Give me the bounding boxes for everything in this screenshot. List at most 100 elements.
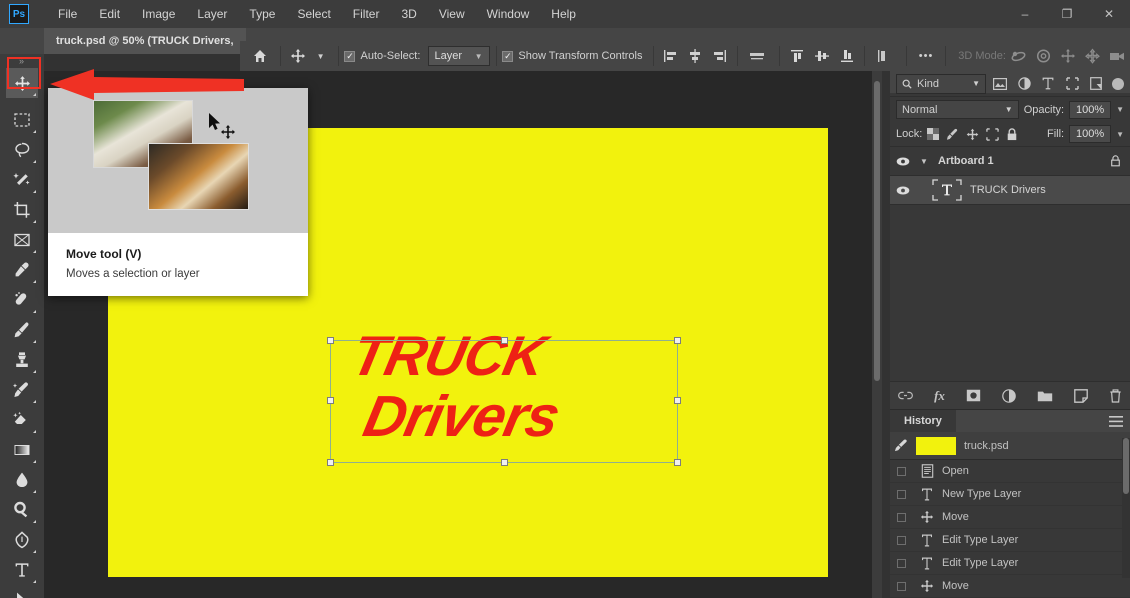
auto-select-checkbox[interactable]: ✓ [344, 51, 355, 62]
menu-type[interactable]: Type [238, 3, 286, 25]
type-tool[interactable] [6, 555, 38, 585]
orbit-3d-icon[interactable] [1006, 45, 1031, 67]
transform-bounding-box[interactable] [330, 340, 678, 463]
history-state-marker[interactable] [890, 467, 912, 476]
snapshot-brush-icon[interactable] [890, 439, 912, 453]
spot-healing-brush-tool[interactable] [6, 285, 38, 315]
lock-all-icon[interactable] [1006, 128, 1018, 141]
adjustment-layer-filter-icon[interactable] [1014, 74, 1034, 94]
frame-tool[interactable] [6, 225, 38, 255]
camera-3d-icon[interactable] [1105, 45, 1130, 67]
gradient-tool[interactable] [6, 435, 38, 465]
canvas-vertical-scrollbar[interactable] [872, 71, 882, 598]
distribute-horizontally-icon[interactable] [744, 45, 769, 67]
menu-image[interactable]: Image [131, 3, 186, 25]
lock-position-icon[interactable] [966, 128, 979, 141]
align-left-edges-icon[interactable] [659, 45, 681, 67]
more-options-button[interactable]: ••• [913, 45, 940, 67]
minimize-button[interactable]: – [1004, 0, 1046, 28]
transform-handle-middle-left[interactable] [327, 397, 334, 404]
history-state-marker[interactable] [890, 513, 912, 522]
history-brush-tool[interactable] [6, 375, 38, 405]
menu-select[interactable]: Select [286, 3, 341, 25]
history-state-row[interactable]: Open [890, 460, 1130, 483]
layer-row-artboard-1[interactable]: ▼ Artboard 1 [890, 147, 1130, 176]
blend-mode-dropdown[interactable]: Normal ▼ [896, 100, 1019, 119]
opacity-value[interactable]: 100% [1069, 101, 1111, 119]
menu-view[interactable]: View [428, 3, 476, 25]
transform-handle-top-right[interactable] [674, 337, 681, 344]
add-layer-mask-icon[interactable] [966, 389, 981, 402]
menu-window[interactable]: Window [476, 3, 541, 25]
fill-value[interactable]: 100% [1069, 125, 1111, 143]
history-state-row[interactable]: Edit Type Layer [890, 552, 1130, 575]
lock-image-pixels-icon[interactable] [946, 128, 959, 141]
blur-tool[interactable] [6, 465, 38, 495]
opacity-chevron-down-icon[interactable]: ▼ [1116, 105, 1124, 114]
align-top-edges-icon[interactable] [786, 45, 808, 67]
history-state-marker[interactable] [890, 490, 912, 499]
transform-handle-bottom-left[interactable] [327, 459, 334, 466]
crop-tool[interactable] [6, 195, 38, 225]
lasso-tool[interactable] [6, 135, 38, 165]
history-state-row[interactable]: Move [890, 575, 1130, 598]
smart-object-filter-icon[interactable] [1086, 74, 1106, 94]
add-layer-style-icon[interactable]: fx [934, 388, 945, 404]
rectangular-marquee-tool[interactable] [6, 105, 38, 135]
filter-enable-toggle[interactable] [1112, 78, 1124, 90]
new-group-icon[interactable] [1037, 389, 1053, 402]
clone-stamp-tool[interactable] [6, 345, 38, 375]
new-layer-icon[interactable] [1074, 389, 1088, 403]
transform-handle-middle-right[interactable] [674, 397, 681, 404]
menu-3d[interactable]: 3D [390, 3, 427, 25]
eraser-tool[interactable] [6, 405, 38, 435]
layer-visibility-eye-icon[interactable] [890, 156, 916, 167]
delete-layer-icon[interactable] [1109, 389, 1122, 403]
menu-file[interactable]: File [47, 3, 88, 25]
move-tool[interactable] [6, 68, 38, 98]
magic-wand-tool[interactable] [6, 165, 38, 195]
align-horizontal-centers-icon[interactable] [684, 45, 706, 67]
type-layer-filter-icon[interactable] [1038, 74, 1058, 94]
layer-filter-kind-dropdown[interactable]: Kind ▼ [896, 74, 986, 94]
eyedropper-tool[interactable] [6, 255, 38, 285]
menu-layer[interactable]: Layer [186, 3, 238, 25]
pixel-layer-filter-icon[interactable] [990, 74, 1010, 94]
path-selection-tool[interactable] [6, 585, 38, 598]
history-state-row[interactable]: New Type Layer [890, 483, 1130, 506]
pen-tool[interactable] [6, 525, 38, 555]
history-state-marker[interactable] [890, 536, 912, 545]
history-snapshot-row[interactable]: truck.psd [890, 432, 1130, 460]
history-state-marker[interactable] [890, 582, 912, 591]
history-state-row[interactable]: Edit Type Layer [890, 529, 1130, 552]
chevron-down-icon[interactable]: ▼ [916, 157, 932, 166]
history-scroll-thumb[interactable] [1123, 438, 1129, 494]
brush-tool[interactable] [6, 315, 38, 345]
panel-menu-icon[interactable] [1109, 416, 1123, 427]
distribute-vertically-icon[interactable] [871, 45, 894, 67]
layer-lock-icon[interactable] [1110, 155, 1121, 167]
tab-history[interactable]: History [890, 410, 956, 432]
transform-handle-top-center[interactable] [501, 337, 508, 344]
menu-filter[interactable]: Filter [342, 3, 391, 25]
menu-edit[interactable]: Edit [88, 3, 131, 25]
home-icon[interactable] [247, 45, 274, 67]
lock-artboard-nesting-icon[interactable] [986, 128, 999, 141]
align-vertical-centers-icon[interactable] [811, 45, 833, 67]
canvas-scroll-thumb[interactable] [874, 81, 880, 381]
lock-transparent-pixels-icon[interactable] [927, 128, 939, 140]
slide-3d-icon[interactable] [1080, 45, 1105, 67]
transform-handle-top-left[interactable] [327, 337, 334, 344]
transform-handle-bottom-center[interactable] [501, 459, 508, 466]
show-transform-controls-checkbox[interactable]: ✓ [502, 51, 513, 62]
dodge-tool[interactable] [6, 495, 38, 525]
auto-select-scope-dropdown[interactable]: Layer ▼ [428, 46, 490, 66]
shape-layer-filter-icon[interactable] [1062, 74, 1082, 94]
align-right-edges-icon[interactable] [709, 45, 731, 67]
transform-handle-bottom-right[interactable] [674, 459, 681, 466]
menu-help[interactable]: Help [540, 3, 587, 25]
pan-3d-icon[interactable] [1056, 45, 1081, 67]
layer-visibility-eye-icon[interactable] [890, 185, 916, 196]
align-bottom-edges-icon[interactable] [836, 45, 858, 67]
new-adjustment-layer-icon[interactable] [1002, 389, 1016, 403]
